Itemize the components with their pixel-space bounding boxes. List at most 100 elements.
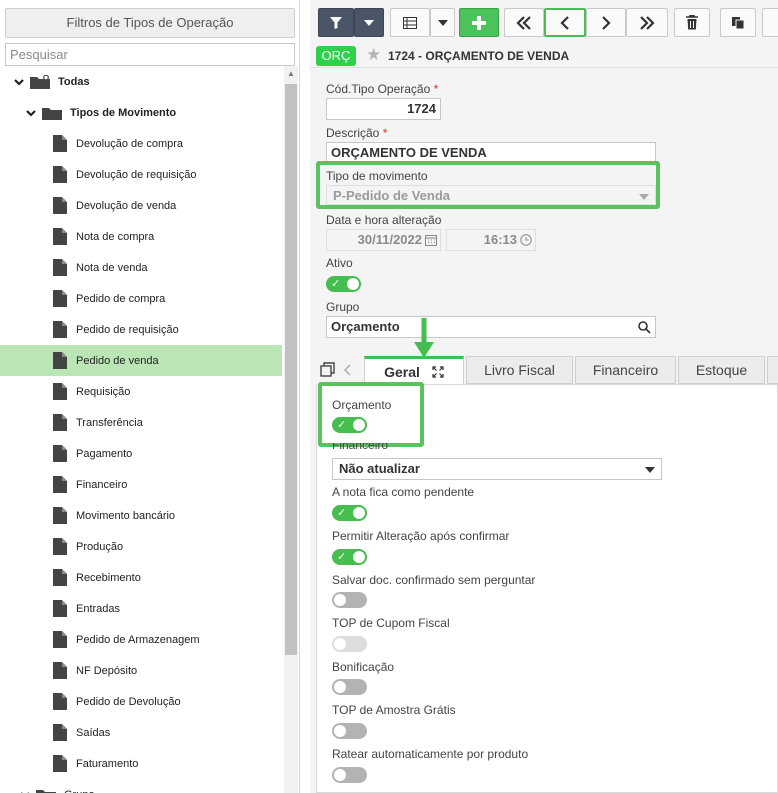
tree-item[interactable]: Faturamento: [0, 748, 282, 779]
previous-record-button[interactable]: [544, 8, 586, 37]
tab-livro-fiscal[interactable]: Livro Fiscal: [466, 356, 573, 384]
next-record-button[interactable]: [586, 8, 626, 37]
chevron-down-icon[interactable]: [14, 77, 24, 87]
add-button[interactable]: [459, 8, 499, 37]
tree-item[interactable]: Pedido de Armazenagem: [0, 624, 282, 655]
tree-item[interactable]: Requisição: [0, 376, 282, 407]
tree-item-label: Pagamento: [76, 447, 133, 460]
amostra-toggle[interactable]: [332, 723, 367, 739]
chevron-down-icon[interactable]: [20, 790, 30, 793]
dropdown-caret-icon: [645, 467, 655, 473]
grupo-field[interactable]: Orçamento: [326, 316, 656, 338]
tree-item[interactable]: Transferência: [0, 407, 282, 438]
add-icon: [472, 15, 486, 30]
tree-item-label: Entradas: [76, 602, 121, 615]
search-icon: [638, 321, 651, 334]
bonificacao-toggle[interactable]: [332, 679, 367, 695]
tree-item[interactable]: Pedido de venda: [0, 345, 282, 376]
tab-more[interactable]: [767, 356, 778, 384]
document-icon: [53, 662, 67, 679]
record-type-badge: ORÇ: [316, 46, 356, 66]
grid-view-button[interactable]: [390, 8, 430, 37]
check-icon: ✓: [331, 278, 341, 290]
tree-item[interactable]: Pedido de requisição: [0, 314, 282, 345]
tree-item-label: Pedido de Armazenagem: [76, 633, 200, 646]
first-record-button[interactable]: [504, 8, 544, 37]
tree-item[interactable]: Devolução de compra: [0, 128, 282, 159]
cupom-label: TOP de Cupom Fiscal: [332, 616, 450, 630]
tree-node-tipos-de-movimento[interactable]: Tipos de Movimento: [0, 97, 282, 128]
tree-item[interactable]: Movimento bancário: [0, 500, 282, 531]
delete-button[interactable]: [674, 8, 710, 37]
document-icon: [53, 538, 67, 555]
tree-node-label: Tipos de Movimento: [70, 106, 177, 119]
grid-dropdown-button[interactable]: [430, 8, 455, 37]
date-field[interactable]: 30/11/2022: [326, 229, 441, 251]
trash-icon: [686, 15, 698, 30]
grupo-label: Grupo: [326, 300, 360, 314]
copy-icon: [732, 16, 745, 29]
filter-icon: [330, 16, 342, 29]
tipo-select[interactable]: P-Pedido de Venda: [326, 185, 656, 205]
tree-item-label: Nota de venda: [76, 261, 148, 274]
tree-item-label: Transferência: [76, 416, 143, 429]
tree-item[interactable]: Recebimento: [0, 562, 282, 593]
tree-node-grupo[interactable]: Grupo: [0, 779, 282, 793]
favorite-star-icon[interactable]: ★: [366, 46, 381, 64]
data-label: Data e hora alteração: [326, 213, 442, 227]
salvar-toggle[interactable]: [332, 592, 367, 608]
check-icon: ✓: [337, 419, 347, 431]
tree-item[interactable]: Pedido de compra: [0, 283, 282, 314]
tree-item[interactable]: Pagamento: [0, 438, 282, 469]
tree-item[interactable]: Devolução de requisição: [0, 159, 282, 190]
more-toolbar-button[interactable]: [762, 8, 778, 37]
expand-icon[interactable]: [432, 365, 444, 378]
search-input[interactable]: [5, 43, 295, 66]
cod-field[interactable]: 1724: [326, 98, 441, 120]
bonificacao-label: Bonificação: [332, 660, 395, 674]
tree-item[interactable]: Saídas: [0, 717, 282, 748]
tree-item[interactable]: Entradas: [0, 593, 282, 624]
chevron-down-icon[interactable]: [26, 108, 36, 118]
document-icon: [53, 631, 67, 648]
orcamento-toggle[interactable]: ✓: [332, 417, 367, 433]
tab-copy-icon[interactable]: [320, 362, 336, 378]
pendente-toggle[interactable]: ✓: [332, 505, 367, 521]
pendente-label: A nota fica como pendente: [332, 485, 475, 499]
document-icon: [53, 228, 67, 245]
tree-item[interactable]: Pedido de Devolução: [0, 686, 282, 717]
tree-item[interactable]: Produção: [0, 531, 282, 562]
ratear-toggle[interactable]: [332, 767, 367, 783]
document-icon: [53, 290, 67, 307]
copy-button[interactable]: [720, 8, 756, 37]
tree-item[interactable]: NF Depósito: [0, 655, 282, 686]
tab-estoque[interactable]: Estoque: [678, 356, 765, 384]
document-icon: [53, 414, 67, 431]
ativo-toggle[interactable]: ✓: [326, 276, 361, 292]
clock-icon: [520, 234, 532, 246]
grid-icon: [403, 16, 417, 29]
cod-label: Cód.Tipo Operação *: [326, 82, 439, 96]
tree-item[interactable]: Nota de compra: [0, 221, 282, 252]
scroll-up-arrow-icon[interactable]: ▲: [284, 66, 298, 82]
tree-scrollbar-thumb[interactable]: [285, 84, 297, 655]
tree-node-todas[interactable]: Todas: [0, 66, 282, 97]
cupom-toggle[interactable]: [332, 636, 367, 652]
tab-scroll-left-icon[interactable]: [344, 364, 352, 376]
tab-geral[interactable]: Geral: [364, 356, 464, 384]
tree-item-label: Devolução de venda: [76, 199, 177, 212]
time-field[interactable]: 16:13: [446, 229, 536, 251]
document-icon: [53, 352, 67, 369]
tree-item-label: Requisição: [76, 385, 131, 398]
last-record-button[interactable]: [626, 8, 668, 37]
tree-item[interactable]: Devolução de venda: [0, 190, 282, 221]
document-icon: [53, 724, 67, 741]
tree-item[interactable]: Financeiro: [0, 469, 282, 500]
tree-item[interactable]: Nota de venda: [0, 252, 282, 283]
permitir-toggle[interactable]: ✓: [332, 549, 367, 565]
filter-dropdown-button[interactable]: [354, 8, 384, 37]
tab-financeiro[interactable]: Financeiro: [575, 356, 676, 384]
financeiro-select[interactable]: Não atualizar: [332, 458, 662, 480]
folder-icon: [36, 789, 56, 793]
filter-button[interactable]: [318, 8, 354, 37]
